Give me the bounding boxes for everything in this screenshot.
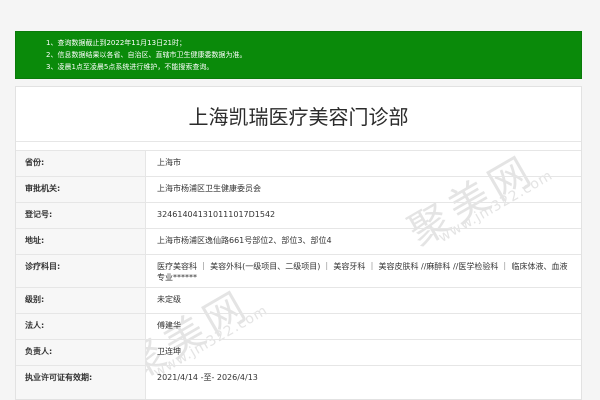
detail-label-cell: 法人:: [16, 314, 146, 339]
detail-value-cell: 未定级: [157, 288, 571, 313]
detail-label: 级别:: [25, 295, 45, 304]
clinic-info-panel: 聚美网 www.jm322.com 聚美网 www.jm322.com 上海凯瑞…: [15, 86, 582, 400]
detail-label: 诊疗科目:: [25, 262, 61, 271]
detail-value: 上海市杨浦区卫生健康委员会: [157, 184, 261, 193]
detail-label-cell: 执业许可证有效期:: [16, 366, 146, 399]
detail-row-province: 省份: 上海市: [16, 150, 581, 176]
title-divider: [16, 141, 581, 142]
notice-line-1: 1、查询数据截止到2022年11月13日21时；: [46, 39, 186, 47]
detail-label: 审批机关:: [25, 184, 61, 193]
detail-value: 医疗美容科 ｜ 美容外科(一级项目、二级项目) ｜ 美容牙科 ｜ 美容皮肤科 /…: [157, 262, 568, 282]
detail-value-cell: 2021/4/14 -至- 2026/4/13: [157, 366, 571, 399]
detail-row-registration-number: 登记号: 324614041310111017D1542: [16, 202, 581, 228]
detail-row-legal-person: 法人: 傅建华: [16, 313, 581, 339]
detail-value: 未定级: [157, 295, 181, 304]
notice-line-3: 3、凌晨1点至凌晨5点系统进行维护，不能搜索查询。: [46, 63, 214, 71]
detail-label-cell: 级别:: [16, 288, 146, 313]
clinic-name-title: 上海凯瑞医疗美容门诊部: [188, 105, 409, 129]
detail-row-approval-authority: 审批机关: 上海市杨浦区卫生健康委员会: [16, 176, 581, 202]
detail-value: 上海市: [157, 158, 181, 167]
detail-value: 傅建华: [157, 321, 181, 330]
detail-label: 负责人:: [25, 347, 53, 356]
page: 1、查询数据截止到2022年11月13日21时； 2、信息数据结果以各省、自治区…: [0, 0, 600, 400]
detail-label: 法人:: [25, 321, 45, 330]
detail-row-license-validity: 执业许可证有效期: 2021/4/14 -至- 2026/4/13: [16, 365, 581, 399]
detail-value-cell: 医疗美容科 ｜ 美容外科(一级项目、二级项目) ｜ 美容牙科 ｜ 美容皮肤科 /…: [157, 255, 571, 287]
detail-value-cell: 上海市杨浦区逸仙路661号部位2、部位3、部位4: [157, 229, 571, 254]
detail-value-cell: 傅建华: [157, 314, 571, 339]
detail-label: 省份:: [25, 158, 45, 167]
detail-value: 2021/4/14 -至- 2026/4/13: [157, 373, 258, 382]
detail-value: 324614041310111017D1542: [157, 210, 276, 219]
detail-value-cell: 324614041310111017D1542: [157, 203, 571, 228]
notice-banner: 1、查询数据截止到2022年11月13日21时； 2、信息数据结果以各省、自治区…: [15, 31, 582, 79]
detail-value: 上海市杨浦区逸仙路661号部位2、部位3、部位4: [157, 236, 332, 245]
detail-value: 卫连坤: [157, 347, 181, 356]
detail-value-cell: 卫连坤: [157, 340, 571, 365]
detail-label-cell: 诊疗科目:: [16, 255, 146, 287]
detail-label-cell: 地址:: [16, 229, 146, 254]
detail-row-person-in-charge: 负责人: 卫连坤: [16, 339, 581, 365]
detail-label-cell: 省份:: [16, 151, 146, 176]
detail-label: 地址:: [25, 236, 45, 245]
detail-label: 执业许可证有效期:: [25, 373, 93, 382]
detail-row-medical-subjects: 诊疗科目: 医疗美容科 ｜ 美容外科(一级项目、二级项目) ｜ 美容牙科 ｜ 美…: [16, 254, 581, 287]
detail-label: 登记号:: [25, 210, 53, 219]
detail-label-cell: 审批机关:: [16, 177, 146, 202]
detail-label-cell: 负责人:: [16, 340, 146, 365]
notice-line-2: 2、信息数据结果以各省、自治区、直辖市卫生健康委数据为准。: [46, 51, 247, 59]
detail-value-cell: 上海市杨浦区卫生健康委员会: [157, 177, 571, 202]
detail-label-cell: 登记号:: [16, 203, 146, 228]
detail-value-cell: 上海市: [157, 151, 571, 176]
detail-row-address: 地址: 上海市杨浦区逸仙路661号部位2、部位3、部位4: [16, 228, 581, 254]
detail-row-level: 级别: 未定级: [16, 287, 581, 313]
